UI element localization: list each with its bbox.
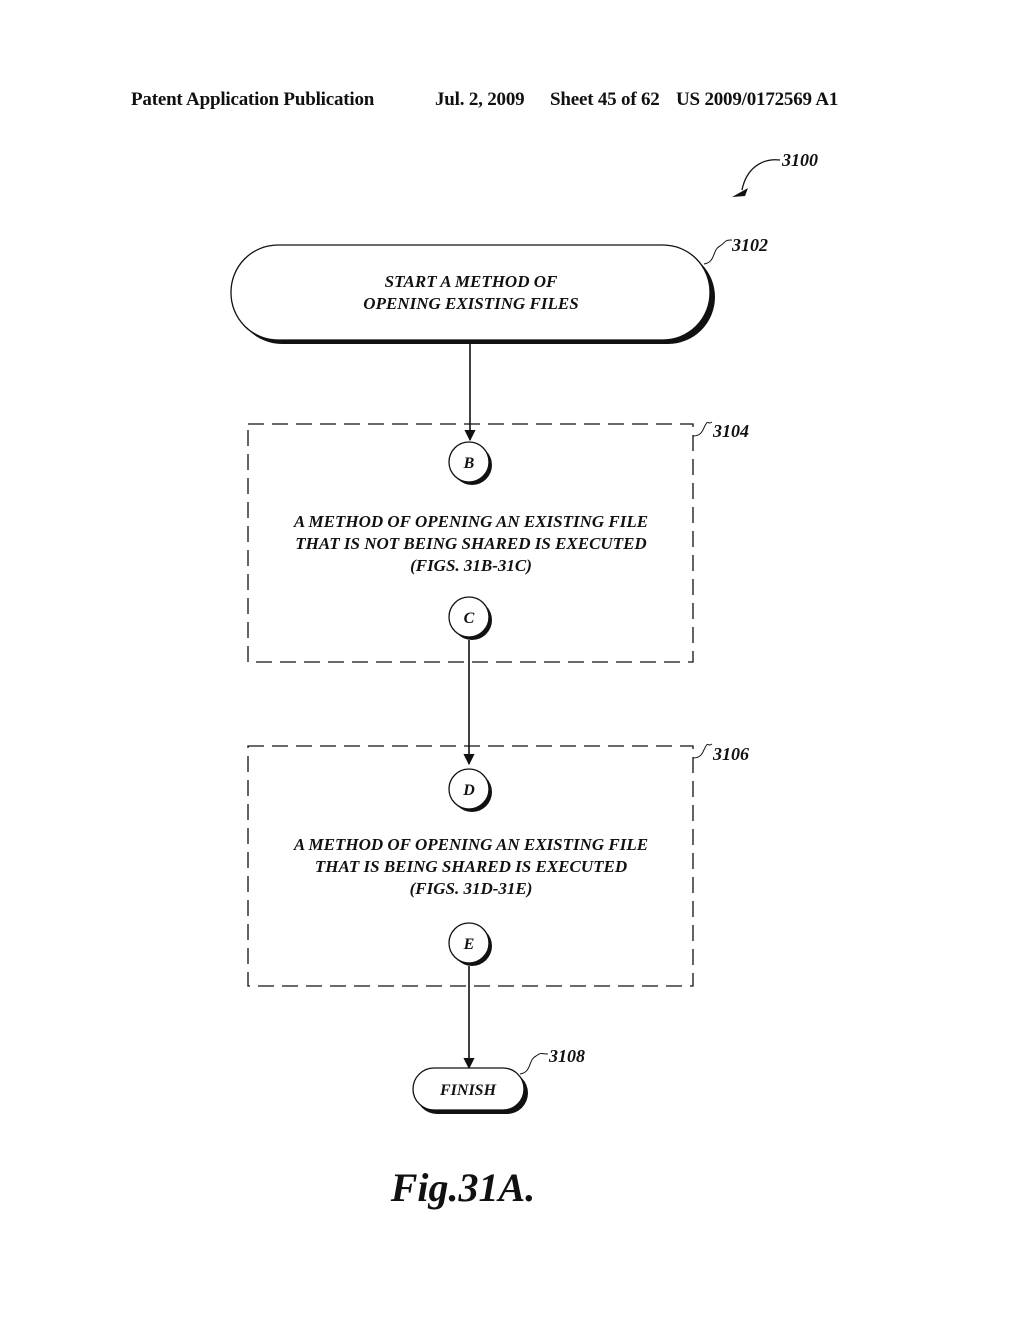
finish-terminal: FINISH 3108 xyxy=(412,1046,585,1114)
connector-b-label: B xyxy=(463,455,475,472)
figure-reference-3100: 3100 xyxy=(732,150,818,197)
step-3104-box: 3104 B A METHOD OF OPENING AN EXISTING F… xyxy=(247,421,749,663)
step-3106-text-line-2: THAT IS BEING SHARED IS EXECUTED xyxy=(315,857,627,876)
leader-line xyxy=(692,421,713,437)
step-3106-text-line-1: A METHOD OF OPENING AN EXISTING FILE xyxy=(293,835,648,854)
connector-e-label: E xyxy=(463,936,475,953)
start-text-line-2: OPENING EXISTING FILES xyxy=(363,294,578,313)
step-3104-text-line-3: (FIGS. 31B-31C) xyxy=(410,556,532,575)
arrowhead-icon xyxy=(732,188,748,197)
step-3104-text-line-1: A METHOD OF OPENING AN EXISTING FILE xyxy=(293,512,648,531)
flowchart: 3100 START A METHOD OF OPENING EXISTING … xyxy=(230,150,818,1210)
terminal-outline xyxy=(230,244,711,341)
step-3104-text-line-2: THAT IS NOT BEING SHARED IS EXECUTED xyxy=(295,534,646,553)
ref-3100-label: 3100 xyxy=(781,150,818,170)
leader-line xyxy=(703,239,733,265)
connector-d-label: D xyxy=(462,782,475,799)
ref-3102-label: 3102 xyxy=(731,235,768,255)
leader-line xyxy=(741,159,781,191)
connector-c-label: C xyxy=(464,610,475,627)
finish-label: FINISH xyxy=(439,1082,497,1099)
start-terminal: START A METHOD OF OPENING EXISTING FILES… xyxy=(230,235,768,344)
start-text-line-1: START A METHOD OF xyxy=(385,272,558,291)
leader-line xyxy=(692,743,713,759)
ref-3108-label: 3108 xyxy=(548,1046,585,1066)
ref-3104-label: 3104 xyxy=(712,421,749,441)
figure-caption: Fig.31A. xyxy=(390,1165,535,1210)
ref-3106-label: 3106 xyxy=(712,744,749,764)
step-3106-text-line-3: (FIGS. 31D-31E) xyxy=(410,879,533,898)
leader-line xyxy=(519,1053,549,1075)
step-3106-box: 3106 D A METHOD OF OPENING AN EXISTING F… xyxy=(247,743,749,987)
